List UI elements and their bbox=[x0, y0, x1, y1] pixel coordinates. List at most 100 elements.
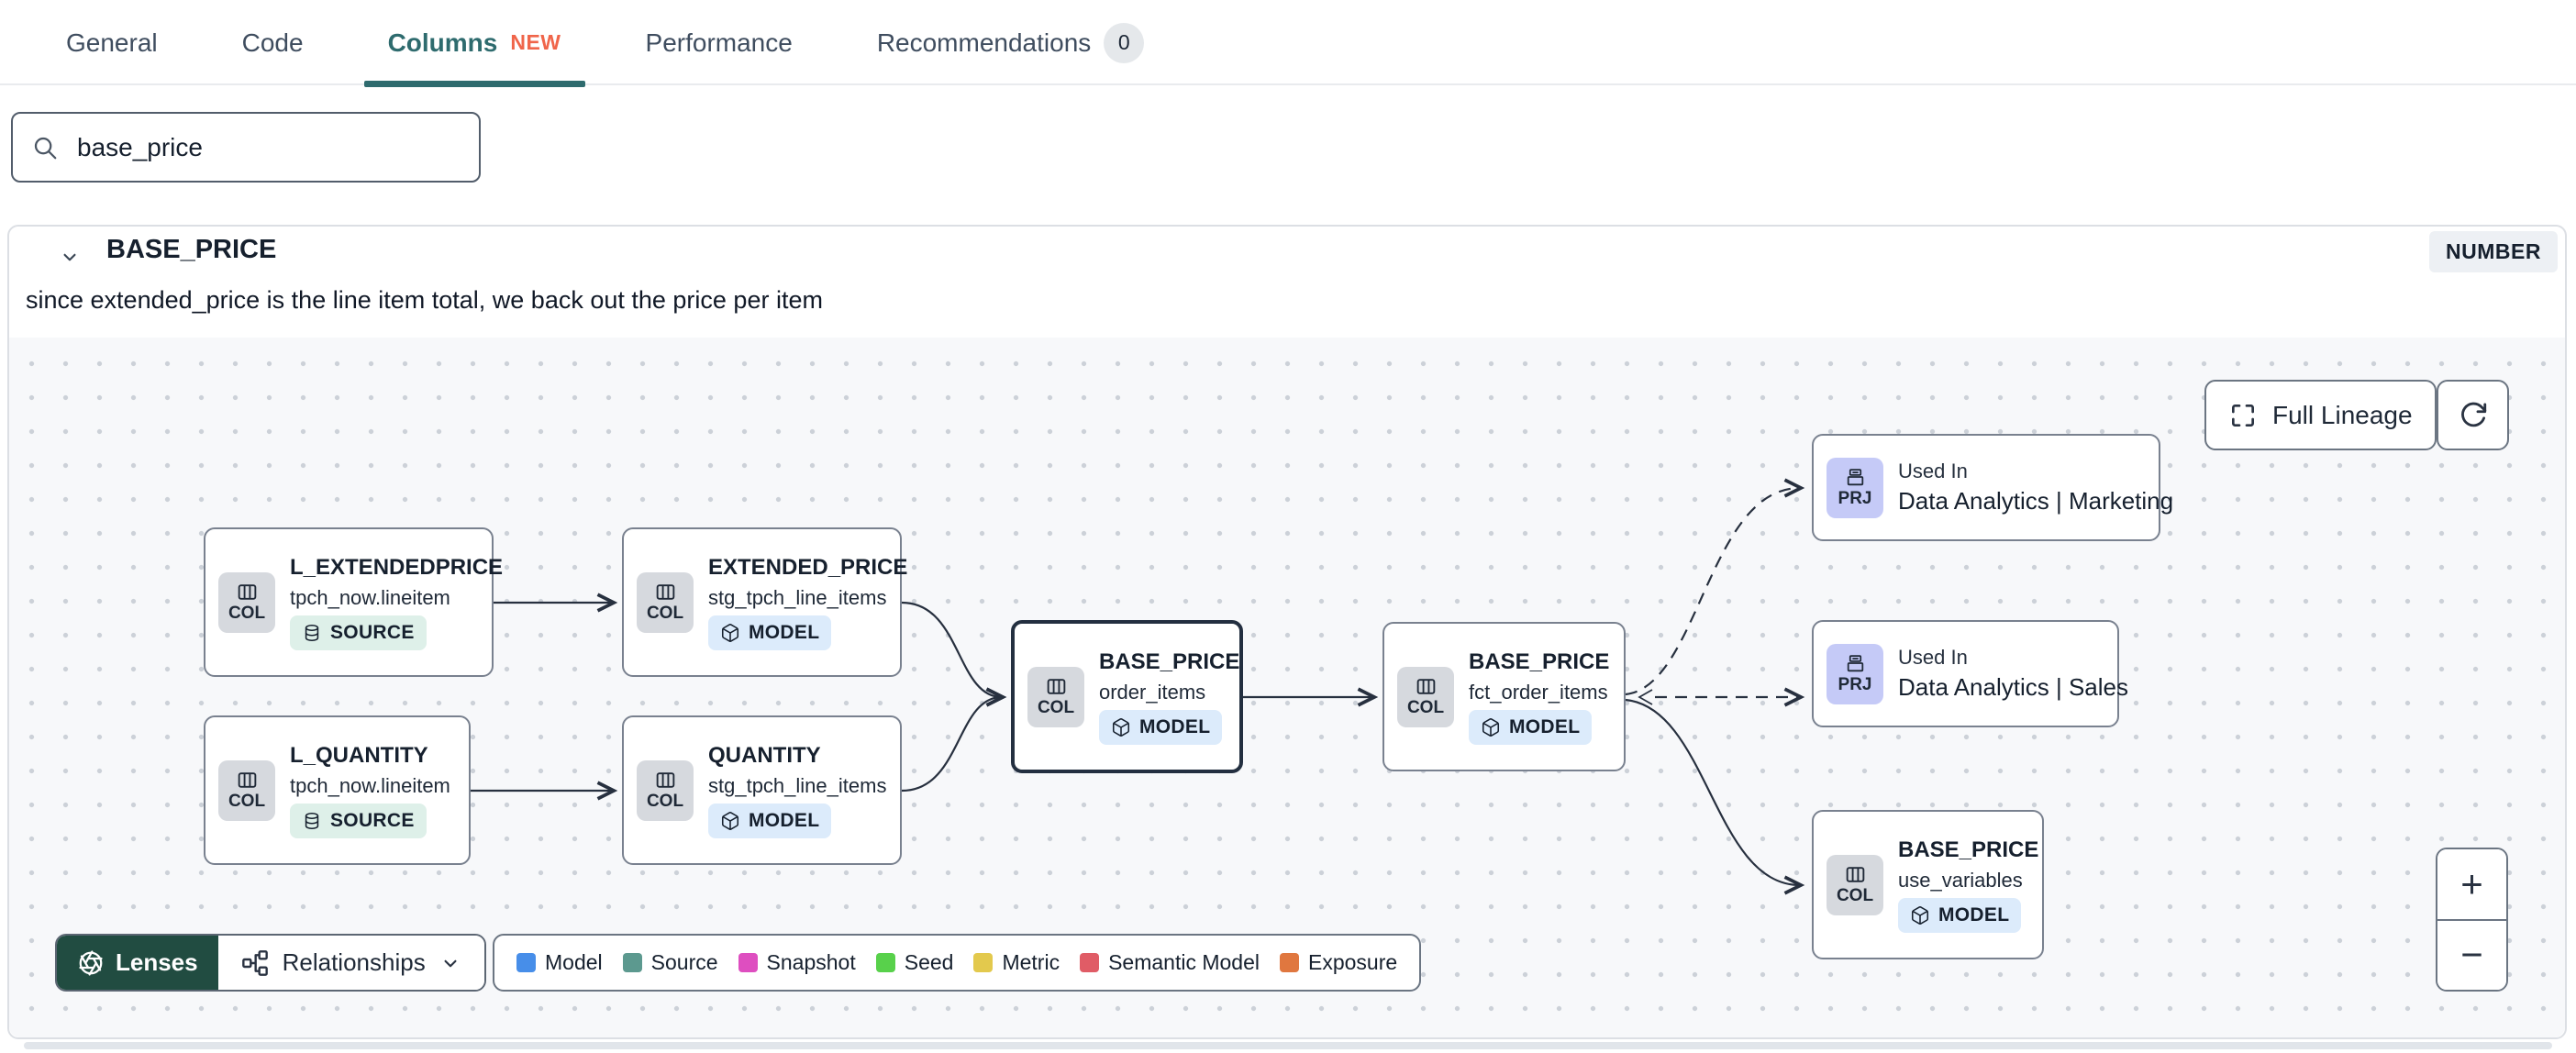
node-subtitle: tpch_now.lineitem bbox=[290, 773, 450, 797]
legend-swatch-source bbox=[622, 953, 642, 972]
collapse-chevron-button[interactable] bbox=[53, 240, 86, 273]
lenses-control: Lenses Relationships bbox=[55, 934, 486, 992]
column-description: since extended_price is the line item to… bbox=[26, 286, 823, 314]
model-type-badge: MODEL bbox=[708, 803, 832, 838]
legend-swatch-metric bbox=[973, 953, 994, 972]
node-subtitle: order_items bbox=[1099, 680, 1206, 704]
search-input[interactable] bbox=[75, 131, 461, 163]
chevron-down-icon bbox=[63, 253, 76, 261]
column-search[interactable] bbox=[11, 112, 481, 183]
tab-recommendations[interactable]: Recommendations 0 bbox=[877, 0, 1145, 85]
legend-item-exposure: Exposure bbox=[1280, 950, 1397, 975]
column-kind-badge: COL bbox=[1397, 666, 1454, 727]
tab-performance[interactable]: Performance bbox=[646, 0, 793, 85]
tab-row: General Code Columns NEW Performance Rec… bbox=[66, 0, 1145, 87]
tab-code[interactable]: Code bbox=[242, 0, 304, 85]
database-icon bbox=[305, 812, 319, 829]
columns-icon bbox=[656, 584, 674, 600]
legend-item-model: Model bbox=[516, 950, 603, 975]
lenses-button[interactable]: Lenses bbox=[57, 936, 218, 990]
lineage-node-l-extendedprice[interactable]: COL L_EXTENDEDPRICE tpch_now.lineitem SO… bbox=[204, 527, 503, 677]
column-kind-badge: COL bbox=[218, 759, 275, 821]
lineage-node-base-price-order-items[interactable]: COL BASE_PRICE order_items MODEL bbox=[1011, 620, 1243, 773]
expand-icon bbox=[2232, 404, 2254, 427]
search-icon bbox=[34, 137, 57, 159]
lineage-node-l-quantity[interactable]: COL L_QUANTITY tpch_now.lineitem SOURCE bbox=[204, 715, 471, 865]
new-badge: NEW bbox=[510, 30, 561, 54]
tab-columns[interactable]: Columns NEW bbox=[363, 0, 585, 87]
lineage-node-quantity[interactable]: COL QUANTITY stg_tpch_line_items MODEL bbox=[622, 715, 902, 865]
node-title: QUANTITY bbox=[708, 742, 821, 768]
node-title: Data Analytics | Sales bbox=[1898, 673, 2128, 701]
used-in-label: Used In bbox=[1898, 460, 1968, 482]
legend-swatch-semantic-model bbox=[1080, 953, 1100, 972]
node-subtitle: stg_tpch_line_items bbox=[708, 585, 887, 609]
legend-swatch-seed bbox=[875, 953, 895, 972]
model-type-badge: MODEL bbox=[1469, 709, 1593, 745]
node-title: BASE_PRICE bbox=[1469, 648, 1610, 674]
source-type-badge: SOURCE bbox=[290, 615, 427, 650]
column-kind-badge: COL bbox=[1027, 666, 1084, 727]
legend-item-semantic-model: Semantic Model bbox=[1080, 950, 1260, 975]
columns-icon bbox=[238, 584, 256, 600]
project-kind-badge: PRJ bbox=[1827, 643, 1883, 704]
column-kind-badge: COL bbox=[637, 759, 694, 821]
node-title: Data Analytics | Marketing bbox=[1898, 487, 2174, 515]
full-lineage-button[interactable]: Full Lineage bbox=[2204, 380, 2437, 450]
node-subtitle: tpch_now.lineitem bbox=[290, 585, 450, 609]
legend-item-source: Source bbox=[622, 950, 718, 975]
zoom-out-button[interactable]: − bbox=[2437, 920, 2506, 990]
node-title: BASE_PRICE bbox=[1898, 837, 2039, 862]
tab-general[interactable]: General bbox=[66, 0, 158, 85]
used-in-label: Used In bbox=[1898, 646, 1968, 669]
column-kind-badge: COL bbox=[218, 571, 275, 633]
column-type-badge: NUMBER bbox=[2429, 231, 2558, 272]
relationships-dropdown[interactable]: Relationships bbox=[217, 936, 484, 990]
lineage-node-used-in-sales[interactable]: PRJ Used In Data Analytics | Sales bbox=[1812, 620, 2128, 727]
panel-bottom-shadow bbox=[24, 1042, 2552, 1049]
zoom-control: + − bbox=[2436, 848, 2508, 992]
project-icon bbox=[1847, 655, 1863, 672]
node-title: L_QUANTITY bbox=[290, 742, 428, 768]
lineage-node-used-in-marketing[interactable]: PRJ Used In Data Analytics | Marketing bbox=[1812, 434, 2173, 541]
lineage-canvas[interactable] bbox=[9, 338, 2565, 1037]
refresh-icon bbox=[2460, 402, 2486, 427]
columns-icon bbox=[1846, 867, 1864, 882]
source-type-badge: SOURCE bbox=[290, 803, 427, 838]
lineage-node-base-price-use-variables[interactable]: COL BASE_PRICE use_variables MODEL bbox=[1812, 810, 2044, 959]
chevron-down-icon bbox=[444, 959, 457, 967]
node-title: L_EXTENDEDPRICE bbox=[290, 554, 504, 580]
columns-icon bbox=[656, 772, 674, 788]
model-cube-icon bbox=[1112, 717, 1130, 737]
model-cube-icon bbox=[1482, 717, 1500, 737]
tab-bar: General Code Columns NEW Performance Rec… bbox=[0, 0, 2576, 87]
model-cube-icon bbox=[721, 811, 739, 830]
node-subtitle: stg_tpch_line_items bbox=[708, 773, 887, 797]
columns-icon bbox=[238, 772, 256, 788]
node-type-legend: Model Source Snapshot Seed Metric Semant… bbox=[493, 934, 1422, 992]
node-subtitle: fct_order_items bbox=[1469, 680, 1608, 704]
lineage-node-extended-price[interactable]: COL EXTENDED_PRICE stg_tpch_line_items M… bbox=[622, 527, 907, 677]
column-kind-badge: COL bbox=[1827, 854, 1883, 915]
legend-swatch-exposure bbox=[1280, 953, 1299, 972]
legend-swatch-snapshot bbox=[738, 953, 758, 972]
project-kind-badge: PRJ bbox=[1827, 457, 1883, 518]
aperture-icon bbox=[79, 949, 103, 976]
model-type-badge: MODEL bbox=[1099, 709, 1223, 745]
model-cube-icon bbox=[721, 623, 739, 642]
database-icon bbox=[305, 624, 319, 641]
legend-swatch-model bbox=[516, 953, 536, 972]
legend-item-metric: Metric bbox=[973, 950, 1060, 975]
legend-item-snapshot: Snapshot bbox=[738, 950, 856, 975]
node-subtitle: use_variables bbox=[1898, 868, 2023, 892]
node-title: EXTENDED_PRICE bbox=[708, 554, 908, 580]
node-title: BASE_PRICE bbox=[1099, 648, 1240, 674]
columns-icon bbox=[1047, 679, 1065, 694]
model-type-badge: MODEL bbox=[1898, 897, 2022, 933]
legend-item-seed: Seed bbox=[875, 950, 953, 975]
refresh-button[interactable] bbox=[2437, 380, 2509, 450]
zoom-in-button[interactable]: + bbox=[2437, 849, 2506, 921]
recommendations-count-badge: 0 bbox=[1104, 22, 1145, 63]
project-icon bbox=[1847, 469, 1863, 486]
lineage-node-base-price-fct-order-items[interactable]: COL BASE_PRICE fct_order_items MODEL bbox=[1382, 622, 1626, 771]
